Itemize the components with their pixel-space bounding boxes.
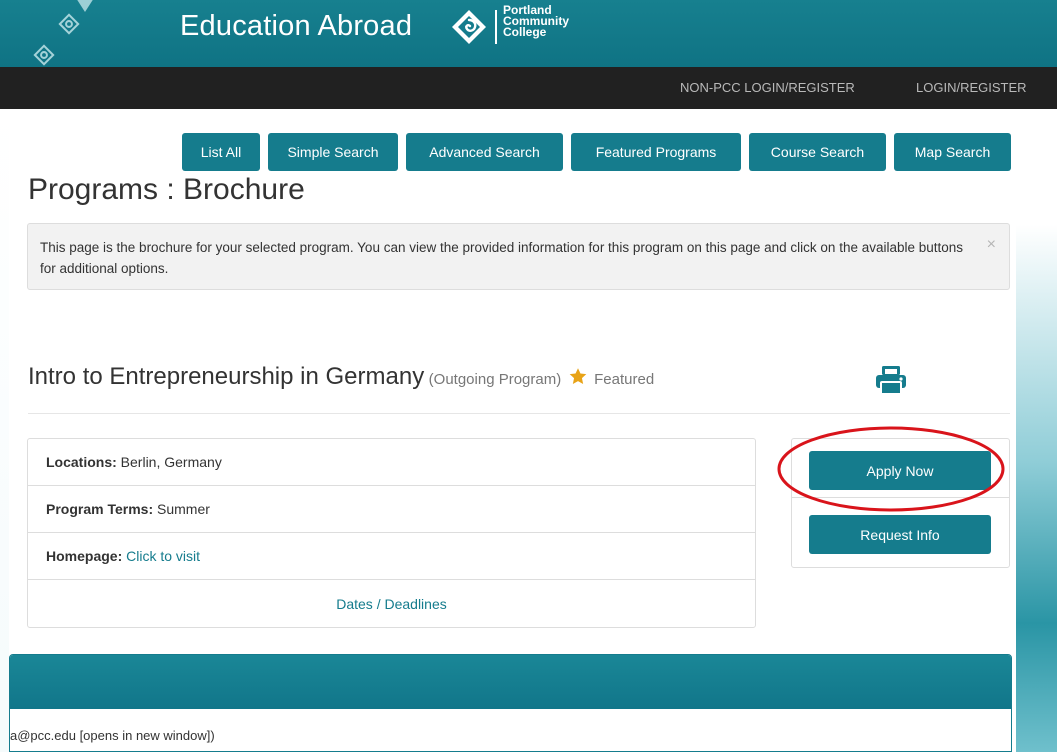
tab-featured-programs[interactable]: Featured Programs — [571, 133, 741, 171]
program-actions: Apply Now Request Info — [791, 438, 1010, 568]
list-item-dates: Dates / Deadlines — [28, 581, 755, 627]
left-background-strip — [0, 109, 9, 752]
program-type: (Outgoing Program) — [428, 371, 562, 388]
program-terms-value: Summer — [157, 501, 210, 517]
info-alert: This page is the brochure for your selec… — [27, 223, 1010, 290]
homepage-label: Homepage: — [46, 548, 123, 564]
non-pcc-login-link[interactable]: NON-PCC LOGIN/REGISTER — [680, 80, 855, 95]
tab-course-search[interactable]: Course Search — [749, 133, 886, 171]
dates-deadlines-link[interactable]: Dates / Deadlines — [336, 596, 447, 612]
request-info-button[interactable]: Request Info — [809, 515, 991, 554]
pcc-logo-icon — [451, 9, 487, 45]
homepage-link[interactable]: Click to visit — [126, 548, 200, 564]
right-background-gradient — [1016, 109, 1057, 752]
star-icon — [569, 368, 586, 385]
locations-value: Berlin, Germany — [120, 454, 222, 470]
contact-panel: a@pcc.edu [opens in new window]) — [9, 654, 1012, 752]
login-register-link[interactable]: LOGIN/REGISTER — [916, 80, 1027, 95]
featured-label: Featured — [594, 371, 655, 388]
apply-now-button[interactable]: Apply Now — [809, 451, 991, 490]
pcc-logo-text: Portland Community College — [503, 4, 593, 39]
list-item-homepage: Homepage: Click to visit — [28, 533, 755, 580]
tab-map-search[interactable]: Map Search — [894, 133, 1011, 171]
tab-simple-search[interactable]: Simple Search — [268, 133, 398, 171]
program-details-list: Locations: Berlin, Germany Program Terms… — [27, 438, 756, 628]
printer-icon[interactable] — [875, 365, 907, 395]
tab-advanced-search[interactable]: Advanced Search — [406, 133, 563, 171]
locations-label: Locations: — [46, 454, 117, 470]
program-name: Intro to Entrepreneurship in Germany — [28, 363, 425, 390]
heading-divider — [28, 413, 1010, 414]
program-terms-label: Program Terms: — [46, 501, 154, 517]
contact-panel-header — [10, 655, 1011, 709]
list-item-program-terms: Program Terms: Summer — [28, 486, 755, 533]
close-icon[interactable]: × — [987, 236, 996, 254]
logo-divider — [495, 10, 497, 44]
spiral-decoration-icon — [58, 13, 80, 35]
top-nav-bar: NON-PCC LOGIN/REGISTER LOGIN/REGISTER — [0, 67, 1057, 109]
list-item-locations: Locations: Berlin, Germany — [28, 439, 755, 486]
program-heading: Intro to Entrepreneurship in Germany (Ou… — [28, 363, 654, 391]
actions-divider — [792, 497, 1009, 498]
info-alert-message: This page is the brochure for your selec… — [40, 240, 964, 276]
tab-list-all[interactable]: List All — [182, 133, 260, 171]
page-title: Programs : Brochure — [28, 173, 305, 206]
spiral-decoration-icon — [33, 44, 55, 66]
contact-email-text[interactable]: a@pcc.edu [opens in new window]) — [10, 728, 215, 743]
logo-text-line: College — [503, 25, 547, 39]
site-title: Education Abroad — [180, 10, 413, 42]
site-header: Education Abroad Portland Community Coll… — [0, 0, 1057, 67]
header-decoration-notch — [76, 0, 94, 12]
